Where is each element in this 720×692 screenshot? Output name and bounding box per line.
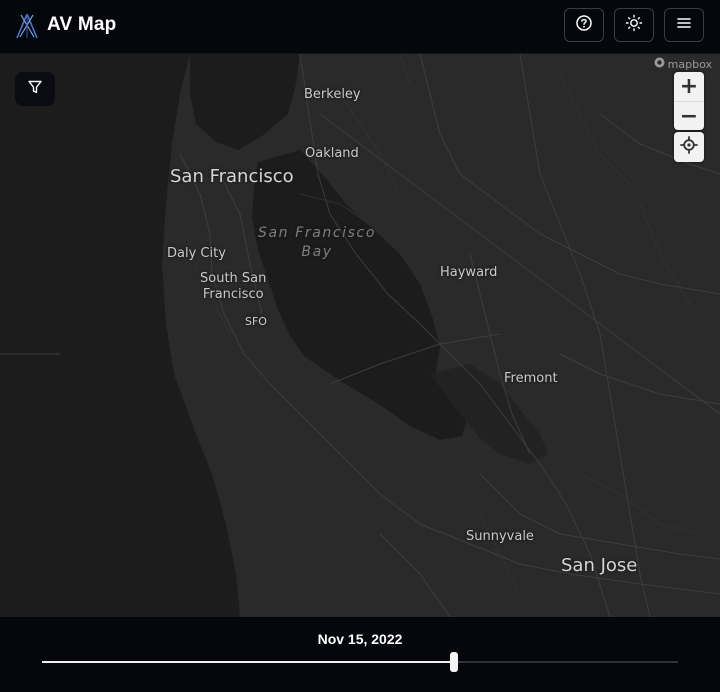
timeline-slider-thumb[interactable] (450, 652, 459, 672)
map-label-sf-bay: San Francisco Bay (258, 224, 376, 262)
zoom-controls: + − (674, 72, 704, 130)
theme-toggle-button[interactable] (614, 8, 654, 42)
sun-icon (625, 14, 643, 37)
filter-funnel-icon (27, 79, 43, 100)
map-label-san-jose: San Jose (561, 555, 638, 576)
mapbox-attribution[interactable]: mapbox (654, 57, 712, 71)
filter-button[interactable] (15, 72, 55, 106)
mapbox-attribution-text: mapbox (667, 57, 712, 71)
hamburger-menu-icon (676, 16, 692, 35)
map-canvas[interactable]: Berkeley Oakland San Francisco San Franc… (0, 54, 720, 617)
map-label-south-sf-line1: South San (200, 271, 267, 286)
map-label-berkeley: Berkeley (304, 87, 361, 102)
map-label-sunnyvale: Sunnyvale (466, 529, 534, 544)
map-label-south-sf: South San Francisco (200, 271, 266, 303)
geolocate-button[interactable] (674, 132, 704, 162)
menu-button[interactable] (664, 8, 704, 42)
app-header: AV Map (0, 0, 720, 54)
map-label-san-francisco: San Francisco (170, 166, 294, 187)
help-circle-icon (575, 14, 593, 37)
map-label-oakland: Oakland (305, 146, 359, 161)
app-title: AV Map (47, 14, 117, 35)
crosshair-locate-icon (680, 135, 698, 159)
timeline-panel: Nov 15, 2022 (0, 617, 720, 692)
map-label-sfo: SFO (245, 315, 267, 328)
help-button[interactable] (564, 8, 604, 42)
timeline-slider-fill (42, 661, 455, 663)
map-basemap (0, 54, 720, 617)
map-label-hayward: Hayward (440, 265, 498, 280)
map-label-south-sf-line2: Francisco (202, 287, 264, 302)
zoom-out-button[interactable]: − (674, 102, 704, 130)
map-label-sf-bay-line2: Bay (301, 244, 333, 260)
mapbox-logo-icon (654, 57, 665, 71)
map-label-daly-city: Daly City (167, 246, 226, 261)
timeline-slider[interactable] (42, 652, 678, 672)
map-label-sf-bay-line1: San Francisco (258, 225, 376, 241)
av-map-logo-icon (14, 12, 40, 40)
map-label-fremont: Fremont (504, 371, 558, 386)
timeline-date-label: Nov 15, 2022 (317, 631, 403, 647)
zoom-in-button[interactable]: + (674, 72, 704, 102)
